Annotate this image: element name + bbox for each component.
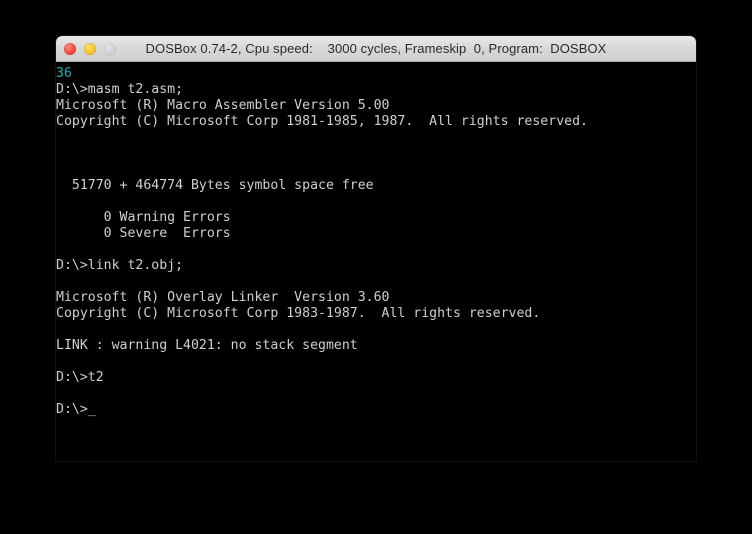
terminal-line: Copyright (C) Microsoft Corp 1983-1987. … (56, 306, 541, 321)
terminal-line: D:\>link t2.obj; (56, 258, 184, 273)
minimize-button[interactable] (84, 42, 96, 55)
terminal-line: Copyright (C) Microsoft Corp 1981-1985, … (56, 114, 588, 129)
terminal-line: 0 Warning Errors (56, 210, 231, 225)
terminal-line: 51770 + 464774 Bytes symbol space free (56, 178, 374, 193)
window-title-bar[interactable]: DOSBox 0.74-2, Cpu speed: 3000 cycles, F… (56, 36, 696, 62)
terminal-line: D:\>_ (56, 402, 96, 417)
dosbox-window: DOSBox 0.74-2, Cpu speed: 3000 cycles, F… (56, 36, 696, 461)
terminal-line: 0 Severe Errors (56, 226, 231, 241)
terminal-output: 36 D:\>masm t2.asm; Microsoft (R) Macro As… (56, 66, 696, 418)
terminal-line: Microsoft (R) Macro Assembler Version 5.… (56, 98, 390, 113)
terminal-line: 36 (56, 66, 72, 81)
terminal-screen[interactable]: 36 D:\>masm t2.asm; Microsoft (R) Macro As… (56, 62, 696, 461)
terminal-line: D:\>masm t2.asm; (56, 82, 184, 97)
terminal-filler (56, 418, 696, 419)
terminal-line: Microsoft (R) Overlay Linker Version 3.6… (56, 290, 390, 305)
maximize-button (104, 42, 116, 55)
window-title: DOSBox 0.74-2, Cpu speed: 3000 cycles, F… (145, 41, 607, 56)
terminal-line: LINK : warning L4021: no stack segment (56, 338, 358, 353)
terminal-line: D:\>t2 (56, 370, 104, 385)
window-controls (56, 42, 116, 55)
close-button[interactable] (64, 42, 76, 55)
